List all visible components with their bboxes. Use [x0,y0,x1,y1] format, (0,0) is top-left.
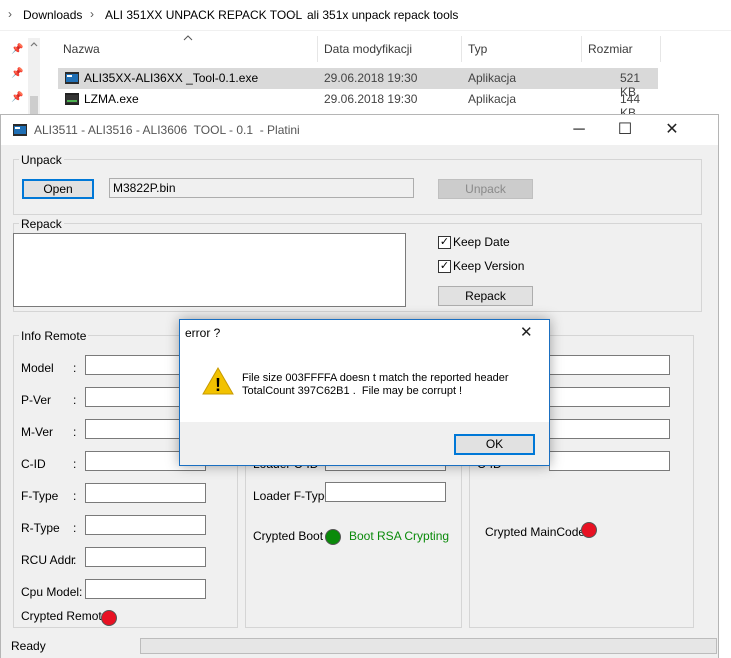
dialog-message-line-1: File size 003FFFFA doesn t match the rep… [242,372,509,384]
colon: : [73,489,77,503]
keep-version-checkbox[interactable]: ✓ [438,260,451,273]
nav-scrollbar[interactable] [28,38,40,120]
breadcrumb-separator: › [90,7,94,21]
colon: : [73,425,77,439]
repack-group-label: Repack [19,217,64,231]
maincode-field-3[interactable] [549,419,670,439]
model-label: Model [21,361,54,375]
file-type: Aplikacja [468,92,517,106]
maximize-icon[interactable]: ☐ [602,115,648,145]
unpack-button[interactable]: Unpack [438,179,533,199]
info-remote-label: Info Remote [19,329,89,343]
breadcrumb-tool-folder[interactable]: ALI 351XX UNPACK REPACK TOOL [105,8,302,22]
maincode-field-2[interactable] [549,387,670,407]
colon: : [73,393,77,407]
file-row[interactable]: LZMA.exe 29.06.2018 19:30 Aplikacja 144 … [58,89,658,120]
cpu-model-field[interactable] [85,579,206,599]
crypted-remote-label: Crypted Remote [21,609,109,623]
rcu-addr-label: RCU Addr [21,553,76,567]
crypted-remote-indicator [101,610,117,626]
colon: : [73,457,77,471]
column-header-name[interactable]: Nazwa [63,42,100,56]
status-bar: Ready [1,634,718,658]
breadcrumb-separator: › [8,7,12,21]
open-button[interactable]: Open [22,179,94,199]
column-divider[interactable] [581,36,582,62]
c-id-label: C-ID [21,457,46,471]
explorer-divider [0,30,731,31]
file-type: Aplikacja [468,71,517,85]
dialog-title-bar[interactable]: error ? ✕ [180,320,549,346]
unpack-group-label: Unpack [19,153,64,167]
breadcrumb-tools-subfolder[interactable]: ali 351x unpack repack tools [307,8,458,22]
file-name: ALI35XX-ALI36XX _Tool-0.1.exe [84,71,259,85]
rcu-addr-field[interactable] [85,547,206,567]
column-divider[interactable] [461,36,462,62]
p-ver-label: P-Ver [21,393,52,407]
column-divider[interactable] [660,36,661,62]
scroll-up-arrow-icon[interactable] [28,39,40,49]
warning-icon: ! [202,366,234,395]
column-header-size[interactable]: Rozmiar [588,42,633,56]
warning-glyph: ! [215,375,221,395]
keep-date-label: Keep Date [453,235,510,249]
exe-icon [65,72,79,84]
pin-icon[interactable]: 📌 [11,92,23,103]
error-dialog: error ? ✕ ! File size 003FFFFA doesn t m… [179,319,550,466]
file-date: 29.06.2018 19:30 [324,71,418,85]
sort-ascending-icon [183,35,193,41]
keep-version-label: Keep Version [453,259,525,273]
maincode-cid-field[interactable] [549,451,670,471]
crypted-boot-indicator [325,529,341,545]
dialog-close-icon[interactable]: ✕ [520,323,533,341]
repack-textarea[interactable] [13,233,406,307]
colon: : [73,553,77,567]
repack-button[interactable]: Repack [438,286,533,306]
crypted-maincode-label: Crypted MainCode [485,525,586,539]
column-divider[interactable] [317,36,318,62]
column-header-type[interactable]: Typ [468,42,487,56]
ok-button[interactable]: OK [454,434,535,455]
f-type-field[interactable] [85,483,206,503]
m-ver-label: M-Ver [21,425,54,439]
unpack-file-field[interactable]: M3822P.bin [109,178,414,198]
file-row[interactable]: ALI35XX-ALI36XX _Tool-0.1.exe 29.06.2018… [58,68,658,99]
window-title: ALI3511 - ALI3516 - ALI3606 TOOL - 0.1 -… [34,123,300,137]
crypted-boot-label: Crypted Boot [253,529,324,543]
boot-rsa-label: Boot RSA Crypting [349,529,450,543]
dialog-title: error ? [185,326,221,340]
colon: : [73,521,77,535]
colon: : [73,361,77,375]
loader-ftype-field[interactable] [325,482,446,502]
file-date: 29.06.2018 19:30 [324,92,418,106]
breadcrumb-downloads[interactable]: Downloads [23,8,82,22]
breadcrumb-separator: › [292,7,296,21]
keep-date-checkbox[interactable]: ✓ [438,236,451,249]
status-text: Ready [11,639,46,653]
cpu-model-label: Cpu Model: [21,585,83,599]
app-icon [13,124,27,136]
pin-icon[interactable]: 📌 [11,44,23,55]
exe-icon [65,93,79,105]
column-header-date[interactable]: Data modyfikacji [324,42,412,56]
file-explorer: › Downloads › ALI 351XX UNPACK REPACK TO… [0,0,731,120]
crypted-maincode-indicator [581,522,597,538]
progress-bar [140,638,717,654]
title-bar[interactable]: ALI3511 - ALI3516 - ALI3606 TOOL - 0.1 -… [1,115,718,145]
r-type-label: R-Type [21,521,60,535]
f-type-label: F-Type [21,489,59,503]
dialog-message-line-2: TotalCount 397C62B1 . File may be corrup… [242,385,463,397]
loader-ftype-label: Loader F-Type: [253,489,335,503]
r-type-field[interactable] [85,515,206,535]
close-icon[interactable]: ✕ [649,115,695,145]
maincode-field-1[interactable] [549,355,670,375]
pin-icon[interactable]: 📌 [11,68,23,79]
dialog-body: ! File size 003FFFFA doesn t match the r… [180,346,549,422]
minimize-icon[interactable]: ─ [556,115,602,145]
file-name: LZMA.exe [84,92,139,106]
